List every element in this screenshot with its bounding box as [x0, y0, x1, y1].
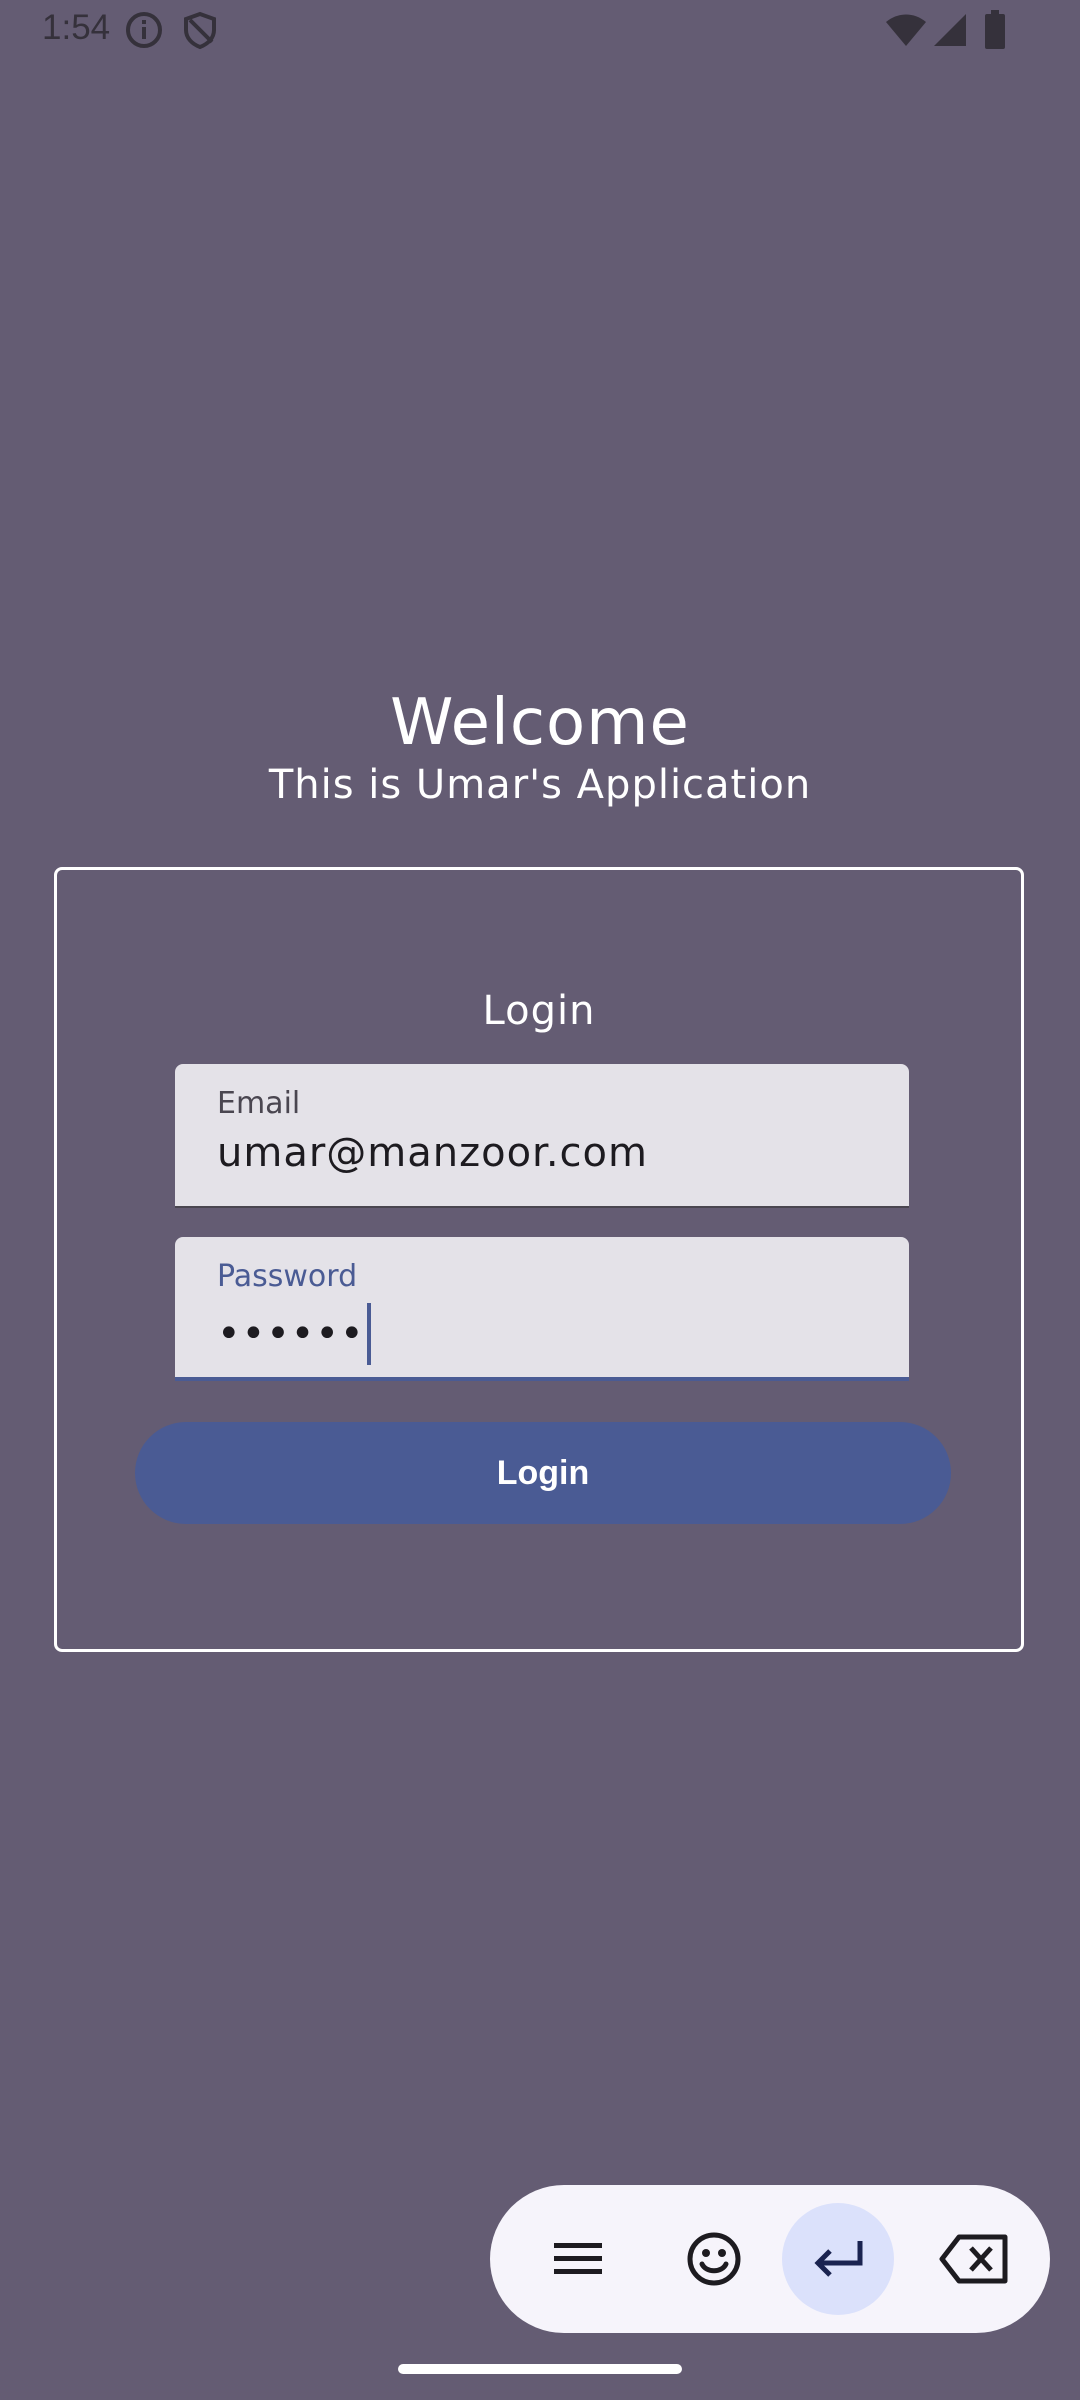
menu-icon[interactable]: [522, 2203, 634, 2315]
app-subtitle: This is Umar's Application: [268, 762, 812, 808]
password-value[interactable]: ••••••: [217, 1303, 371, 1365]
password-label: Password: [217, 1259, 358, 1294]
password-field[interactable]: Password ••••••: [175, 1237, 909, 1381]
enter-icon[interactable]: [782, 2203, 894, 2315]
signal-icon: [932, 12, 968, 53]
email-label: Email: [217, 1086, 301, 1121]
home-indicator[interactable]: [398, 2364, 682, 2374]
emoji-icon[interactable]: [658, 2203, 770, 2315]
status-time: 1:54: [42, 8, 111, 47]
text-cursor: [366, 1303, 371, 1365]
info-icon: [124, 10, 164, 55]
battery-icon: [984, 10, 1006, 55]
email-value[interactable]: umar@manzoor.com: [217, 1130, 648, 1176]
backspace-icon[interactable]: [918, 2203, 1030, 2315]
keyboard-toolbar: [490, 2185, 1050, 2333]
login-card-title: Login: [482, 988, 596, 1034]
email-field[interactable]: Email umar@manzoor.com: [175, 1064, 909, 1208]
login-button[interactable]: Login: [135, 1422, 951, 1524]
shield-icon: [180, 10, 220, 55]
wifi-icon: [886, 12, 926, 53]
login-card: Login Email umar@manzoor.com Password ••…: [54, 867, 1024, 1652]
status-bar: 1:54: [0, 0, 1080, 62]
welcome-title: Welcome: [390, 686, 690, 760]
